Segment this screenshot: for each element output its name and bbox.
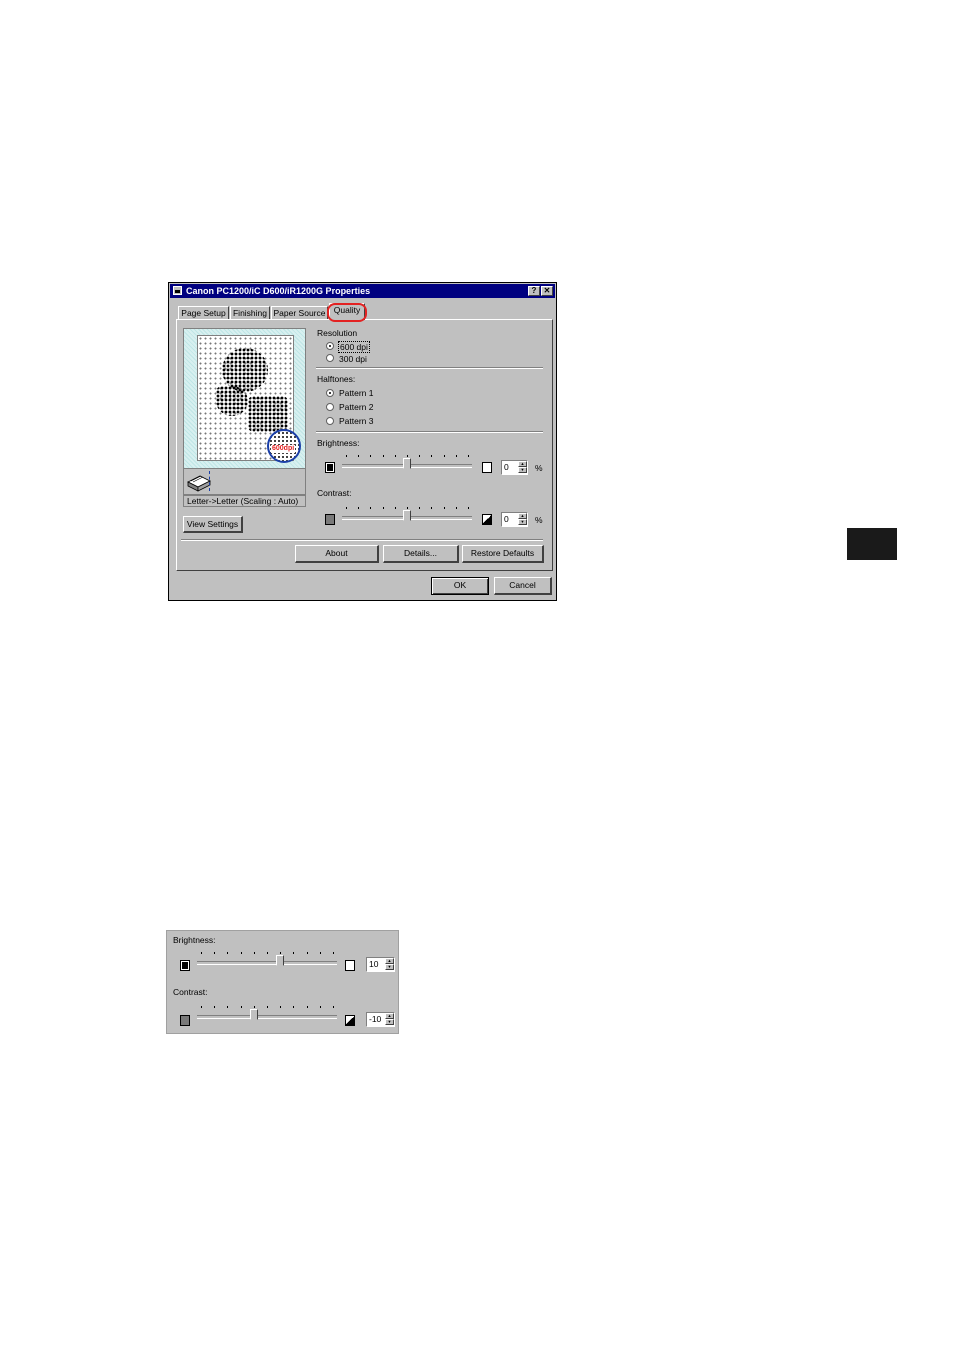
slider-track bbox=[197, 1015, 337, 1019]
high-contrast-icon bbox=[345, 1015, 355, 1026]
slider-tick bbox=[307, 952, 308, 954]
dialog-title: Canon PC1200/iC D600/iR1200G Properties bbox=[186, 286, 371, 296]
slider-track bbox=[197, 961, 337, 965]
quality-tab-panel bbox=[176, 319, 553, 571]
contrast-value: -10 bbox=[369, 1014, 382, 1024]
low-contrast-icon bbox=[180, 1015, 190, 1026]
slider-tick bbox=[267, 1006, 268, 1008]
slider-tick bbox=[241, 952, 242, 954]
light-brightness-icon bbox=[345, 960, 355, 971]
printer-properties-dialog: Canon PC1200/iC D600/iR1200G Properties … bbox=[168, 282, 557, 601]
tab-finishing[interactable]: Finishing bbox=[230, 306, 270, 319]
slider-tick bbox=[293, 1006, 294, 1008]
printer-icon bbox=[173, 286, 182, 295]
tab-paper-source[interactable]: Paper Source bbox=[271, 306, 328, 319]
slider-tick bbox=[333, 1006, 334, 1008]
brightness-label: Brightness: bbox=[173, 935, 216, 945]
slider-tick bbox=[293, 952, 294, 954]
slider-tick bbox=[280, 952, 281, 954]
brightness-slider[interactable] bbox=[197, 952, 337, 972]
cancel-button[interactable]: Cancel bbox=[494, 577, 552, 595]
slider-tick bbox=[254, 1006, 255, 1008]
highlight-circle bbox=[327, 303, 367, 322]
spin-down-icon[interactable]: ▼ bbox=[385, 964, 394, 970]
spin-down-icon[interactable]: ▼ bbox=[385, 1019, 394, 1025]
slider-tick bbox=[201, 952, 202, 954]
close-button[interactable]: ✕ bbox=[541, 286, 553, 296]
slider-tick bbox=[227, 952, 228, 954]
contrast-spinbox[interactable]: -10 ▲ ▼ bbox=[366, 1012, 395, 1027]
slider-tick bbox=[333, 952, 334, 954]
chapter-tab-marker bbox=[847, 528, 897, 560]
slider-thumb[interactable] bbox=[276, 955, 284, 969]
slider-tick bbox=[201, 1006, 202, 1008]
dark-brightness-icon bbox=[180, 960, 190, 971]
slider-tick bbox=[254, 952, 255, 954]
slider-tick bbox=[307, 1006, 308, 1008]
slider-tick bbox=[280, 1006, 281, 1008]
slider-tick bbox=[214, 952, 215, 954]
ok-button[interactable]: OK bbox=[431, 577, 489, 595]
slider-tick bbox=[241, 1006, 242, 1008]
slider-tick bbox=[267, 952, 268, 954]
brightness-spinbox[interactable]: 10 ▲ ▼ bbox=[366, 957, 395, 972]
brightness-value: 10 bbox=[369, 959, 379, 969]
help-button[interactable]: ? bbox=[528, 286, 540, 296]
contrast-slider[interactable] bbox=[197, 1006, 337, 1026]
slider-tick bbox=[320, 1006, 321, 1008]
slider-tick bbox=[214, 1006, 215, 1008]
brightness-contrast-detail: Brightness: 10 ▲ ▼ Contrast: -10 ▲ ▼ bbox=[166, 930, 399, 1034]
slider-thumb[interactable] bbox=[250, 1009, 258, 1023]
tab-page-setup[interactable]: Page Setup bbox=[178, 306, 229, 319]
slider-tick bbox=[227, 1006, 228, 1008]
title-bar[interactable]: Canon PC1200/iC D600/iR1200G Properties … bbox=[170, 284, 555, 298]
slider-tick bbox=[320, 952, 321, 954]
contrast-label: Contrast: bbox=[173, 987, 208, 997]
